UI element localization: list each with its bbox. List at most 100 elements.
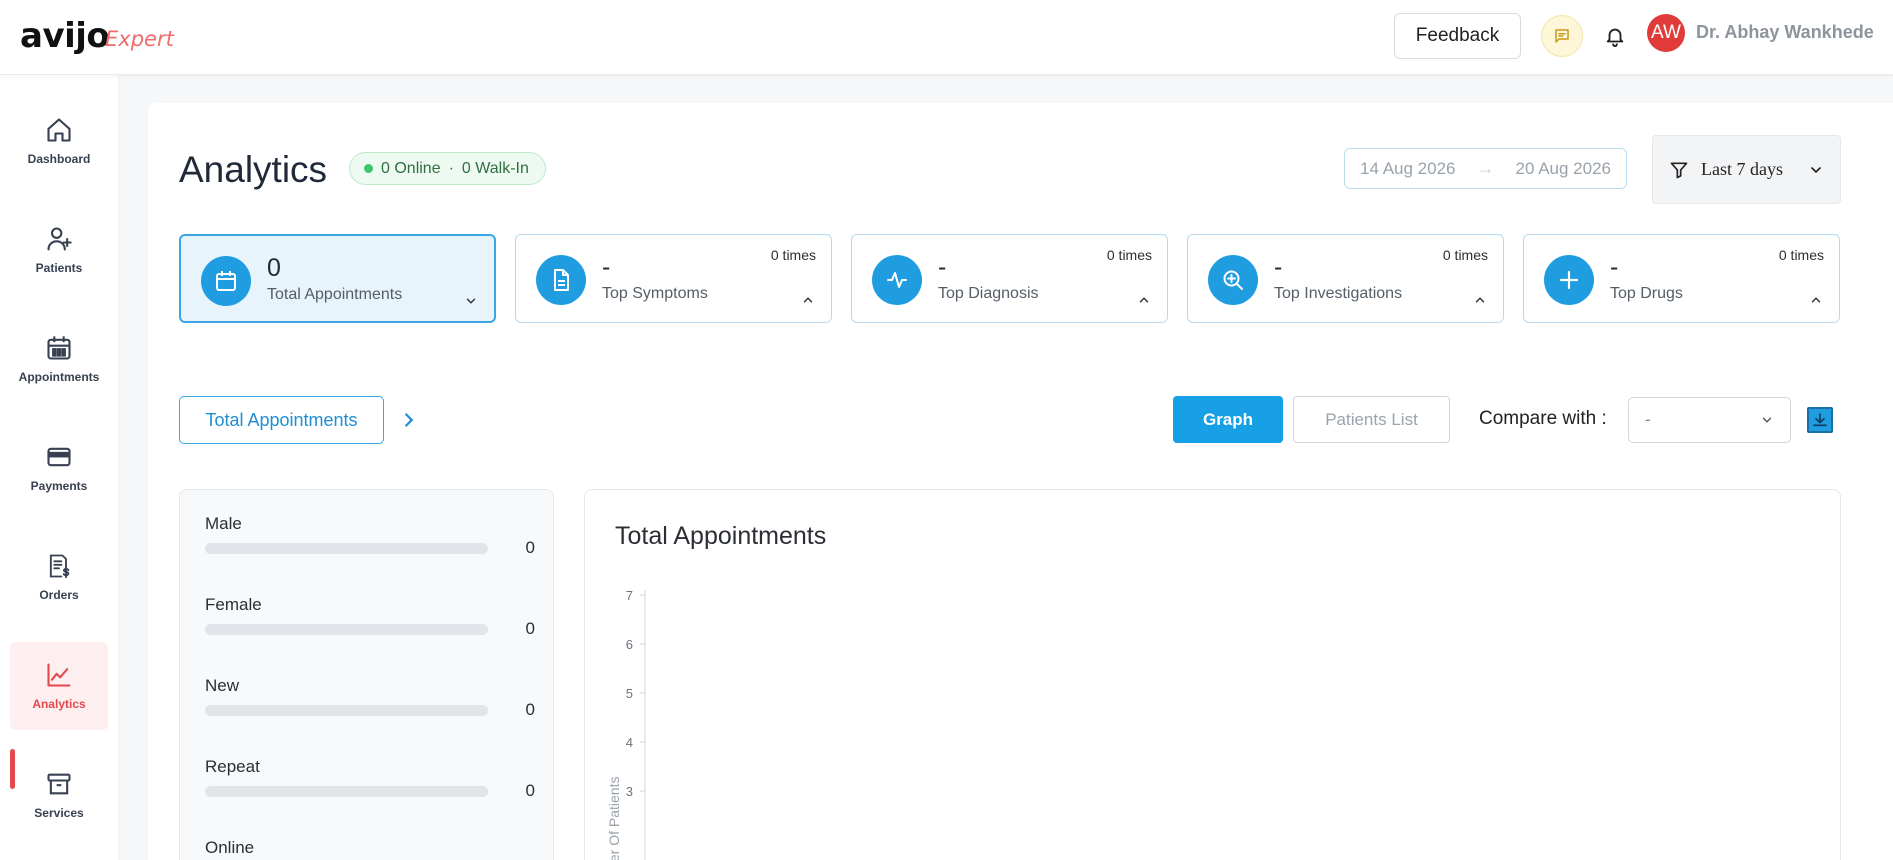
avatar[interactable]: AW: [1647, 14, 1685, 52]
chart-panel: Total Appointments 7 6 5 4 3 Number Of Patien…: [584, 489, 1841, 860]
sidebar: Dashboard Patients Appointments Payments…: [0, 75, 118, 860]
sidebar-item-label: Patients: [35, 261, 83, 275]
card-icon-wrap: [1544, 255, 1594, 305]
card-value: -: [602, 253, 611, 281]
sidebar-item-orders[interactable]: Orders: [10, 533, 108, 621]
compare-value: -: [1645, 410, 1651, 429]
card-top-investigations[interactable]: - Top Investigations 0 times: [1187, 234, 1504, 323]
breakdown-label: New: [205, 676, 240, 695]
y-tick-label: 4: [626, 735, 633, 750]
sidebar-item-label: Payments: [30, 479, 88, 493]
status-separator: ·: [448, 159, 454, 177]
archive-box-icon: [47, 773, 71, 795]
breakdown-bar: [205, 786, 488, 797]
card-icon-wrap: [872, 255, 922, 305]
sidebar-item-dashboard[interactable]: Dashboard: [10, 97, 108, 185]
plus-icon: [1559, 270, 1579, 290]
card-icon-wrap: [536, 255, 586, 305]
card-times: 0 times: [1106, 247, 1152, 263]
logo-subtitle: Expert: [105, 27, 174, 51]
online-dot-icon: [364, 164, 373, 173]
metric-select-button[interactable]: Total Appointments: [179, 396, 384, 444]
download-icon: [1813, 413, 1827, 427]
card-top-diagnosis[interactable]: - Top Diagnosis 0 times: [851, 234, 1168, 323]
page-title: Analytics: [179, 149, 328, 190]
card-value: -: [938, 253, 947, 281]
breakdown-value: 0: [525, 619, 535, 638]
chevron-right-icon[interactable]: [398, 409, 420, 431]
online-count: 0 Online: [381, 159, 441, 177]
card-times: 0 times: [1778, 247, 1824, 263]
bell-icon: [1606, 28, 1624, 47]
invoice-icon: [49, 554, 70, 579]
breakdown-panel: Male 0 Female 0 New 0 Repeat 0 Online: [179, 489, 554, 860]
top-bar: avijo Expert Feedback AW Dr. Abhay Wankh…: [0, 0, 1893, 75]
card-total-appointments[interactable]: 0 Total Appointments: [179, 234, 496, 323]
breakdown-row-online: Online: [205, 838, 535, 860]
graph-toggle-button[interactable]: Graph: [1173, 396, 1283, 443]
breakdown-bar: [205, 543, 488, 554]
breakdown-value: 0: [525, 781, 535, 800]
walkin-count: 0 Walk-In: [461, 159, 529, 177]
card-times: 0 times: [1442, 247, 1488, 263]
notification-button[interactable]: [1601, 22, 1629, 50]
card-label: Top Symptoms: [602, 285, 708, 302]
breakdown-value: 0: [525, 700, 535, 719]
patients-list-button[interactable]: Patients List: [1293, 396, 1450, 443]
y-axis-label: Number Of Patients: [606, 777, 622, 860]
breakdown-row-male: Male 0: [205, 514, 535, 574]
sidebar-item-analytics[interactable]: Analytics: [10, 642, 108, 730]
compare-label: Compare with :: [1479, 408, 1607, 429]
download-button[interactable]: [1807, 407, 1833, 433]
user-name[interactable]: Dr. Abhay Wankhede: [1696, 22, 1874, 43]
line-chart-icon: [47, 663, 71, 687]
chevron-up-icon[interactable]: [1473, 293, 1487, 307]
chat-button[interactable]: [1541, 15, 1583, 57]
calendar-icon: [216, 271, 236, 291]
sidebar-item-payments[interactable]: Payments: [10, 424, 108, 512]
chevron-up-icon[interactable]: [1137, 293, 1151, 307]
card-icon-wrap: [201, 256, 251, 306]
calendar-icon: [47, 336, 71, 360]
sidebar-item-appointments[interactable]: Appointments: [10, 315, 108, 403]
credit-card-icon: [47, 447, 71, 467]
breakdown-bar: [205, 624, 488, 635]
pulse-icon: [887, 272, 907, 288]
period-label: Last 7 days: [1701, 159, 1783, 179]
chevron-down-icon: [1811, 166, 1821, 173]
add-user-icon: [47, 227, 72, 251]
y-tick-label: 5: [626, 686, 633, 701]
breakdown-row-repeat: Repeat 0: [205, 757, 535, 817]
date-from[interactable]: 14 Aug 2026: [1360, 159, 1455, 179]
breakdown-row-female: Female 0: [205, 595, 535, 655]
sidebar-item-label: Analytics: [32, 697, 86, 711]
card-times: 0 times: [770, 247, 816, 263]
chevron-up-icon[interactable]: [1809, 293, 1823, 307]
card-value: 0: [267, 254, 281, 282]
sidebar-item-label: Dashboard: [27, 152, 91, 166]
chevron-down-icon: [1762, 417, 1772, 423]
card-label: Top Investigations: [1274, 285, 1403, 302]
date-to[interactable]: 20 Aug 2026: [1516, 159, 1611, 179]
period-select[interactable]: Last 7 days: [1652, 135, 1841, 204]
sidebar-item-label: Orders: [39, 588, 79, 602]
sidebar-item-patients[interactable]: Patients: [10, 206, 108, 294]
chevron-down-icon[interactable]: [464, 294, 478, 308]
filter-icon: [1670, 162, 1688, 178]
compare-select[interactable]: -: [1628, 397, 1791, 443]
card-top-drugs[interactable]: - Top Drugs 0 times: [1523, 234, 1840, 323]
card-label: Total Appointments: [267, 286, 403, 303]
feedback-button[interactable]: Feedback: [1394, 13, 1521, 59]
date-range-picker[interactable]: 14 Aug 2026 → 20 Aug 2026: [1344, 148, 1627, 189]
breakdown-label: Repeat: [205, 757, 260, 776]
card-top-symptoms[interactable]: - Top Symptoms 0 times: [515, 234, 832, 323]
sidebar-item-services[interactable]: Services: [10, 751, 108, 839]
chat-icon: [1555, 29, 1569, 43]
logo[interactable]: avijo: [20, 16, 110, 56]
breakdown-row-new: New 0: [205, 676, 535, 736]
chevron-up-icon[interactable]: [801, 293, 815, 307]
document-icon: [554, 269, 569, 291]
zoom-in-icon: [1223, 270, 1243, 290]
sidebar-item-label: Appointments: [18, 370, 100, 384]
card-icon-wrap: [1208, 255, 1258, 305]
